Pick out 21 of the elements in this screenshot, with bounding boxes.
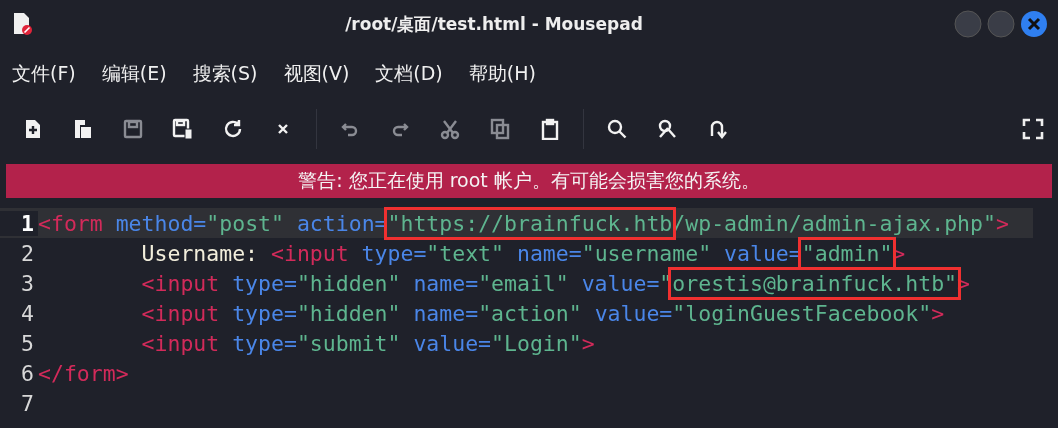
- menu-item[interactable]: 编辑(E): [101, 61, 167, 87]
- line-number: 7: [20, 390, 35, 416]
- line-number: 5: [20, 330, 35, 356]
- line-number: 2: [20, 240, 35, 266]
- window-title: /root/桌面/test.html - Mousepad: [344, 12, 644, 36]
- menu-item[interactable]: 文档(D): [375, 61, 443, 87]
- document-icon: [12, 12, 34, 36]
- fullscreen-icon[interactable]: [1022, 118, 1044, 140]
- warning-banner: 警告: 您正在使用 root 帐户。有可能会损害您的系统。: [6, 164, 1052, 198]
- line-number: 3: [20, 270, 35, 296]
- code-line: </form>: [38, 360, 129, 386]
- line-number: 1: [0, 210, 38, 236]
- menu-item[interactable]: 文件(F): [12, 61, 76, 87]
- menu-item[interactable]: 帮助(H): [468, 61, 536, 87]
- code-line: <input type="hidden" name="action" value="loginGuestFacebook">: [141, 300, 945, 326]
- menu-item[interactable]: 搜索(S): [192, 61, 258, 87]
- close-button[interactable]: [1020, 10, 1048, 38]
- line-number: 4: [20, 300, 35, 326]
- line-number: 6: [20, 360, 35, 386]
- code-line: <input type="submit" value="Login">: [141, 330, 595, 356]
- menu-item[interactable]: 视图(V): [283, 61, 350, 87]
